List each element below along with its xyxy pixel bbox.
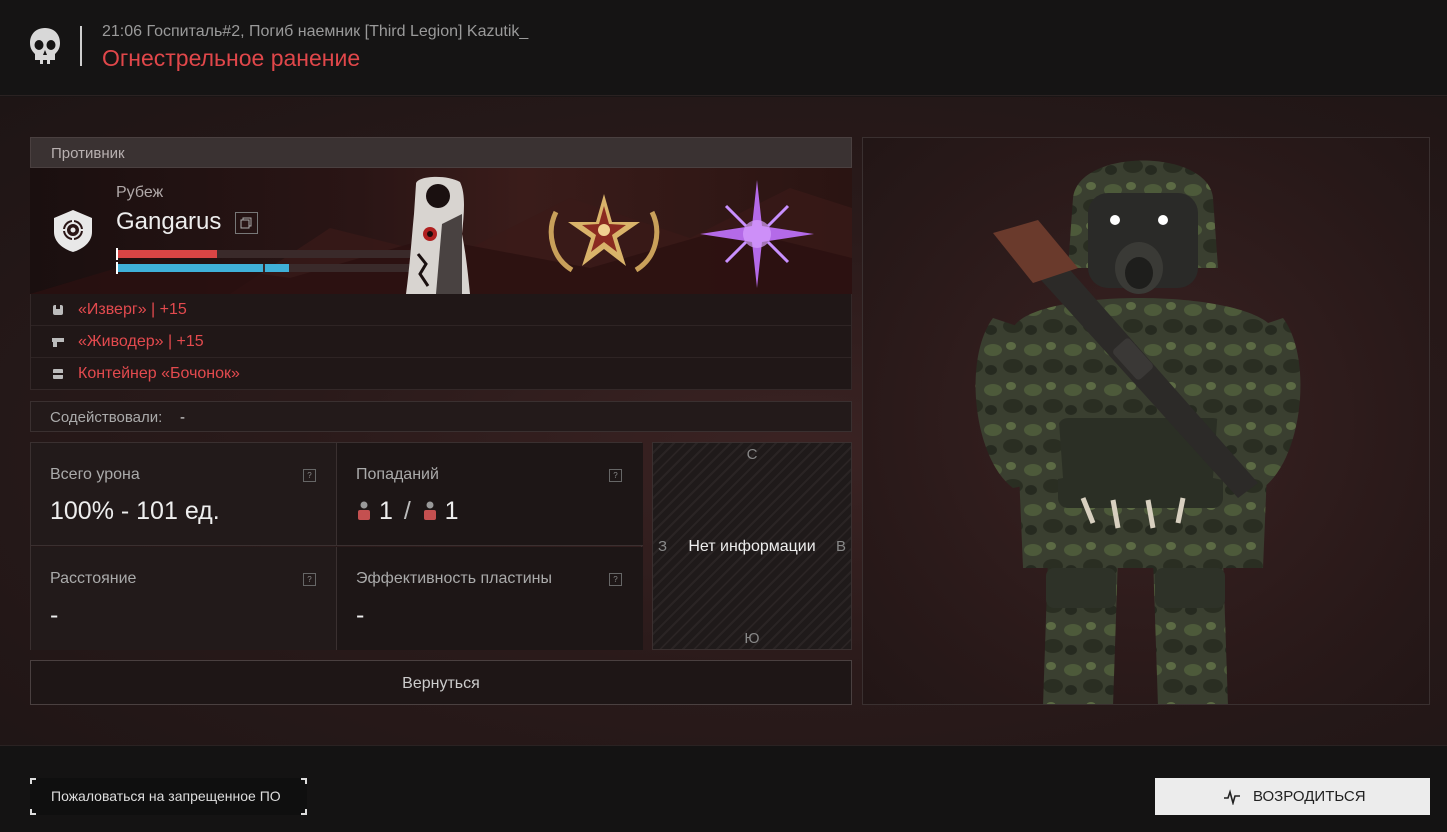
frame-corner [30,778,36,784]
hits-separator: / [403,497,411,525]
mask-badge-icon [406,176,470,294]
opponent-nickname: Gangarus [116,208,222,235]
kill-item-label: Контейнер «Бочонок» [78,365,240,382]
body-hit-icon [423,501,436,520]
compass-north: С [746,446,758,463]
damage-stats: Всего урона ? 100% - 101 ед. Попаданий ?… [30,442,643,650]
kill-row: «Живодер» | +15 [31,326,851,358]
assist-label: Содействовали: [50,409,163,426]
compass-no-info: Нет информации [688,538,816,555]
report-cheat-label: Пожаловаться на запрещенное ПО [51,788,281,804]
stat-title: Попаданий [356,466,439,483]
container-icon [53,369,63,379]
opponent-section-title: Противник [51,145,125,162]
stat-distance: Расстояние ? - [31,547,337,650]
frame-corner [301,778,307,784]
compass-south: Ю [744,630,760,647]
death-header: 21:06 Госпиталь#2, Погиб наемник [Third … [0,0,1447,96]
stat-total-damage: Всего урона ? 100% - 101 ед. [31,443,337,546]
direction-compass: С З Нет информации В Ю [652,442,852,650]
back-button[interactable]: Вернуться [30,660,852,705]
opponent-kills-list: «Изверг» | +15 «Живодер» | +15 Контейнер… [30,294,852,390]
pistol-icon [52,338,64,347]
help-icon[interactable]: ? [609,469,622,482]
health-bar-fill [116,250,217,258]
killer-character-preview [862,137,1430,705]
stat-hits: Попаданий ? 1 / 1 [337,443,643,546]
stat-plate-efficiency: Эффективность пластины ? - [337,547,643,650]
death-cause: Огнестрельное ранение [102,45,361,71]
help-icon[interactable]: ? [609,573,622,586]
bar-tick [116,262,118,274]
frame-corner [30,809,36,815]
opponent-clan: Рубеж [116,184,164,201]
kill-row: Контейнер «Бочонок» [31,358,851,390]
frame-corner [301,809,307,815]
bar-tick [116,248,118,260]
kill-item-label: «Живодер» | +15 [78,333,204,350]
assist-row: Содействовали: - [30,401,852,432]
help-icon[interactable]: ? [303,469,316,482]
help-icon[interactable]: ? [303,573,316,586]
skull-icon [30,28,60,64]
copy-icon [240,217,252,229]
copy-nickname-button[interactable] [235,212,258,234]
rank-medal-icon [548,194,660,273]
body-hit-icon [358,501,370,520]
stat-title: Всего урона [50,466,140,483]
kill-row: «Изверг» | +15 [31,294,851,326]
kill-item-label: «Изверг» | +15 [78,301,187,318]
compass-east: В [835,538,846,555]
stat-value: - [356,601,365,629]
pulse-icon [1224,789,1240,805]
armor-icon [53,305,63,315]
hits-second: 1 [444,497,459,525]
stat-title: Расстояние [50,570,137,587]
clan-emblem-icon [54,210,92,252]
soldier-model-image [975,160,1301,704]
assist-value: - [180,409,185,426]
respawn-button[interactable]: ВОЗРОДИТЬСЯ [1155,778,1430,815]
hits-first: 1 [378,497,393,525]
death-event-line: 21:06 Госпиталь#2, Погиб наемник [Third … [102,23,529,40]
respawn-label: ВОЗРОДИТЬСЯ [1253,788,1366,805]
armor-bar-fill-extra [265,264,289,272]
back-button-label: Вернуться [402,675,480,692]
header-divider [80,26,82,66]
report-cheat-button[interactable]: Пожаловаться на запрещенное ПО [30,778,307,815]
stat-value: 1 / 1 [356,497,459,526]
opponent-banner: Рубеж Gangarus [30,168,852,294]
achievement-sigil-icon [700,180,814,288]
opponent-section-header: Противник [30,137,852,168]
stat-value: 100% - 101 ед. [50,497,220,525]
stat-value: - [50,601,59,629]
stat-title: Эффективность пластины [356,570,553,587]
armor-bar-fill [116,264,263,272]
